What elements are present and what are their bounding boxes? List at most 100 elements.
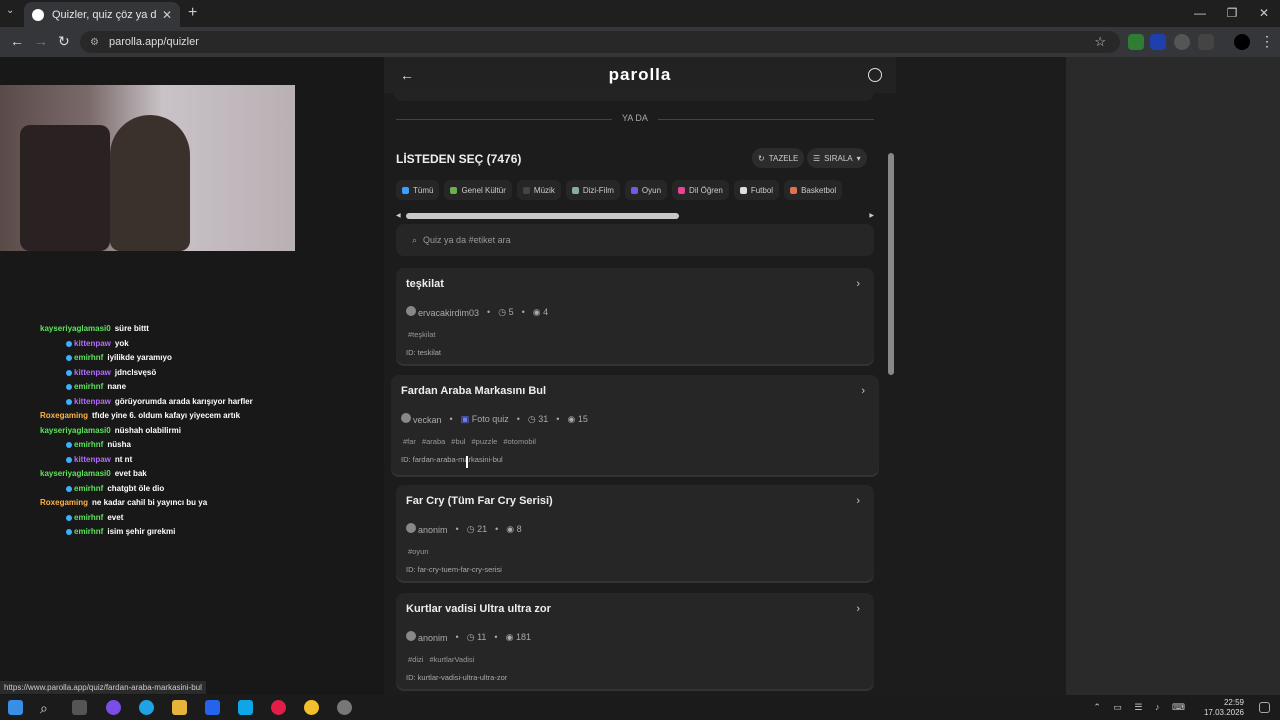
category-tab-5[interactable]: Dil Öğren	[672, 180, 729, 200]
reload-icon[interactable]: ↻	[58, 33, 70, 50]
profile-avatar-icon[interactable]	[1234, 34, 1250, 50]
browser-tab[interactable]: Quizler, quiz çöz ya da quiz oluş ✕	[24, 2, 180, 27]
taskbar-clock[interactable]: 22:59 17.03.2026	[1204, 698, 1244, 718]
restore-button[interactable]: ❐	[1216, 0, 1248, 27]
system-tray-icons[interactable]: ⌃ ▭ ☰ ♪ ⌨	[1093, 702, 1190, 713]
close-window-button[interactable]: ✕	[1248, 0, 1280, 27]
quiz-card[interactable]: Fardan Araba Markasını Bul › veckan • ▣ Foto…	[391, 375, 879, 475]
chat-badge-icon	[66, 369, 72, 376]
scrollbar-thumb[interactable]	[406, 213, 679, 219]
question-icon: ◷	[466, 631, 475, 642]
minimize-button[interactable]: —	[1184, 0, 1216, 27]
chat-text: ne kadar cahil bi yayıncı bu ya	[92, 498, 208, 507]
author-avatar-icon	[406, 631, 416, 641]
page-scrollbar[interactable]	[886, 93, 896, 695]
scroll-right-icon[interactable]: ▶	[869, 212, 874, 219]
chrome-icon[interactable]	[304, 700, 319, 715]
chat-text: nt nt	[114, 454, 133, 464]
back-arrow-icon[interactable]: ←	[400, 67, 414, 83]
opera-icon[interactable]	[271, 700, 286, 715]
dot-separator: •	[449, 414, 453, 424]
question-count-value: 31	[538, 413, 549, 424]
quiz-search-input[interactable]: ⌕ Quiz ya da #etiket ara	[396, 224, 874, 256]
quiz-tag[interactable]: #puzzle	[471, 437, 497, 446]
extension-shield-icon[interactable]	[1128, 34, 1144, 50]
address-bar[interactable]: ⚙ parolla.app/quizler ☆	[80, 31, 1120, 53]
quiz-tag[interactable]: #far	[403, 437, 416, 446]
quiz-card[interactable]: teşkilat › ervacakirdim03 • ◷ 5 • ◉ 4 #teşkilat…	[396, 268, 874, 364]
quiz-tags: #oyun	[408, 547, 428, 556]
chat-message: emirhnf evet	[0, 511, 300, 526]
edge-icon[interactable]	[139, 700, 154, 715]
author-name: anonim	[418, 525, 448, 535]
category-tab-3[interactable]: Dizi-Film	[565, 180, 620, 200]
gaming-chair	[20, 125, 110, 251]
task-view-icon[interactable]	[72, 700, 87, 715]
dot-separator: •	[521, 307, 525, 317]
refresh-button[interactable]: ↻ TAZELE	[752, 148, 805, 168]
new-tab-button[interactable]: +	[188, 4, 197, 22]
chat-text: iyilikde yaramıyo	[107, 353, 172, 362]
site-info-icon[interactable]: ⚙	[90, 37, 99, 48]
extension-diamond-icon[interactable]	[1174, 34, 1190, 50]
dot-separator: •	[455, 524, 459, 534]
extension-sound-icon[interactable]	[1150, 34, 1166, 50]
quiz-tag[interactable]: #teşkilat	[408, 330, 436, 339]
category-label: Dil Öğren	[689, 185, 723, 195]
chat-username: emirhnf	[74, 527, 104, 536]
chat-username: kayseriyaglamasi0	[40, 425, 111, 435]
category-tab-6[interactable]: Futbol	[733, 180, 780, 200]
notification-icon[interactable]	[1259, 702, 1270, 713]
back-icon[interactable]: ←	[10, 33, 24, 49]
category-tab-7[interactable]: Basketbol	[784, 180, 843, 200]
author-avatar-icon	[401, 413, 411, 423]
view-count-value: 15	[577, 413, 588, 424]
category-tab-1[interactable]: Genel Kültür	[444, 180, 512, 200]
author: veckan	[401, 413, 442, 425]
quiz-card[interactable]: Kurtlar vadisi Ultra ultra zor › anonim • ◷ …	[396, 593, 874, 689]
sort-button[interactable]: ☰ SIRALA ▾	[807, 148, 867, 168]
view-count: ◉ 15	[567, 414, 587, 425]
chat-message: kayseriyaglamasi0 süre bittt	[0, 322, 300, 337]
file-explorer-icon[interactable]	[172, 700, 187, 715]
extensions-puzzle-icon[interactable]	[1198, 34, 1214, 50]
page-scrollbar-thumb[interactable]	[888, 153, 894, 375]
category-scrollbar[interactable]: ◀ ▶	[396, 212, 874, 220]
category-tab-0[interactable]: Tümü	[396, 180, 440, 200]
category-tab-2[interactable]: Müzik	[516, 180, 561, 200]
chat-username: Roxegaming	[40, 411, 89, 420]
quiz-tag[interactable]: #otomobil	[503, 437, 536, 446]
category-label: Basketbol	[801, 185, 837, 195]
forward-icon[interactable]: →	[34, 33, 48, 49]
clock-time: 22:59	[1223, 698, 1244, 707]
chat-message: kittenpaw jdnclsvęsö	[0, 366, 300, 381]
search-taskbar-icon[interactable]: ⌕	[40, 700, 55, 716]
mail-icon[interactable]	[238, 700, 253, 715]
quiz-id: ID: far-cry-tuem-far-cry-serisi	[406, 565, 502, 574]
quiz-tag[interactable]: #kurtlarVadisi	[429, 655, 474, 664]
author-avatar-icon	[406, 523, 416, 533]
dot-separator: •	[487, 307, 491, 317]
tab-close-icon[interactable]: ✕	[162, 8, 172, 22]
chat-badge-icon	[66, 485, 72, 492]
quiz-tag[interactable]: #dizi	[408, 655, 423, 664]
quiz-tag[interactable]: #bul	[451, 437, 465, 446]
chat-username: kayseriyaglamasi0	[40, 324, 111, 333]
quiz-tag[interactable]: #oyun	[408, 547, 428, 556]
quiz-tag[interactable]: #araba	[422, 437, 445, 446]
obs-icon[interactable]	[337, 700, 352, 715]
sort-icon: ☰	[813, 153, 821, 163]
start-icon[interactable]	[8, 700, 23, 715]
profile-icon[interactable]	[868, 68, 882, 82]
tab-search-button[interactable]: ⌄	[6, 5, 14, 16]
menu-kebab-icon[interactable]: ⋮	[1260, 33, 1274, 50]
bookmark-star-icon[interactable]: ☆	[1094, 34, 1106, 50]
copilot-icon[interactable]	[106, 700, 121, 715]
author: anonim	[406, 523, 448, 535]
top-input-box	[394, 87, 874, 101]
favicon-icon	[32, 8, 44, 21]
quiz-card[interactable]: Far Cry (Tüm Far Cry Serisi) › anonim • ◷ 21…	[396, 485, 874, 581]
scroll-left-icon[interactable]: ◀	[396, 212, 401, 219]
store-icon[interactable]	[205, 700, 220, 715]
category-tab-4[interactable]: Oyun	[624, 180, 668, 200]
